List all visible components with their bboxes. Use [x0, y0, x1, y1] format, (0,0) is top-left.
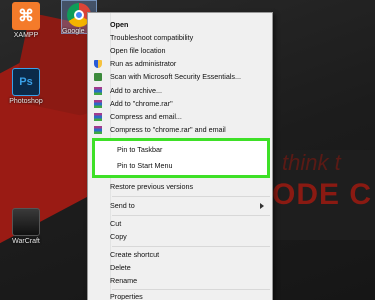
xampp-icon: ⌘ — [12, 2, 40, 30]
menu-item-restore-previous-versions[interactable]: Restore previous versions — [88, 181, 272, 193]
menu-item-delete[interactable]: Delete — [88, 262, 272, 274]
menu-item-open-file-location[interactable]: Open file location — [88, 45, 272, 57]
menu-item-label: Rename — [110, 276, 138, 285]
warcraft-icon — [12, 208, 40, 236]
menu-item-label: Restore previous versions — [110, 182, 194, 191]
menu-item-scan-security-essentials[interactable]: Scan with Microsoft Security Essentials.… — [88, 71, 272, 83]
menu-item-label: Copy — [110, 232, 127, 241]
menu-item-run-as-administrator[interactable]: Run as administrator — [88, 58, 272, 70]
menu-separator — [112, 215, 270, 216]
menu-separator — [112, 246, 270, 247]
menu-item-label: Run as administrator — [110, 59, 177, 68]
winrar-icon — [94, 100, 102, 108]
uac-shield-icon — [94, 60, 102, 68]
winrar-icon — [94, 113, 102, 121]
menu-item-open[interactable]: Open — [88, 19, 272, 31]
menu-item-label: Create shortcut — [110, 250, 160, 259]
menu-item-label: Open file location — [110, 46, 166, 55]
menu-item-label: Compress to "chrome.rar" and email — [110, 125, 226, 134]
desktop-icon-label: XAMPP — [13, 32, 39, 39]
desktop-icon-xampp[interactable]: ⌘ XAMPP — [6, 2, 46, 40]
menu-item-cut[interactable]: Cut — [88, 218, 272, 230]
menu-item-rename[interactable]: Rename — [88, 275, 272, 287]
menu-item-label: Properties — [110, 292, 143, 300]
menu-item-label: Scan with Microsoft Security Essentials.… — [110, 72, 242, 81]
security-essentials-icon — [94, 73, 102, 81]
menu-item-label: Troubleshoot compatibility — [110, 33, 194, 42]
menu-item-copy[interactable]: Copy — [88, 231, 272, 243]
menu-item-properties[interactable]: Properties — [88, 291, 272, 300]
menu-item-label: Open — [110, 20, 129, 29]
desktop-icon-label: Photoshop — [9, 98, 43, 105]
wallpaper-text-line: ODE C — [272, 178, 373, 211]
winrar-icon — [94, 87, 102, 95]
menu-item-label: Add to "chrome.rar" — [110, 99, 173, 108]
highlight-box: Pin to Taskbar Pin to Start Menu — [92, 138, 270, 178]
menu-separator — [112, 196, 270, 197]
menu-item-add-to-archive[interactable]: Add to archive... — [88, 85, 272, 97]
menu-separator — [112, 289, 270, 290]
desktop-icon-photoshop[interactable]: Ps Photoshop — [6, 68, 46, 106]
desktop-icon-label: WarCraft — [12, 238, 40, 245]
menu-item-label: Cut — [110, 219, 122, 228]
menu-item-send-to[interactable]: Send to — [88, 200, 272, 212]
menu-item-label: Compress and email... — [110, 112, 182, 121]
menu-item-troubleshoot-compatibility[interactable]: Troubleshoot compatibility — [88, 32, 272, 44]
menu-item-label: Pin to Start Menu — [117, 161, 173, 170]
menu-item-label: Delete — [110, 263, 131, 272]
menu-item-label: Pin to Taskbar — [117, 145, 163, 154]
photoshop-icon: Ps — [12, 68, 40, 96]
menu-item-pin-to-start-menu[interactable]: Pin to Start Menu — [95, 160, 267, 172]
menu-item-add-to-chrome-rar[interactable]: Add to "chrome.rar" — [88, 98, 272, 110]
menu-item-compress-and-email[interactable]: Compress and email... — [88, 111, 272, 123]
desktop-icon-warcraft[interactable]: WarCraft — [6, 208, 46, 246]
menu-item-label: Send to — [110, 201, 135, 210]
winrar-icon — [94, 126, 102, 134]
menu-item-compress-to-chrome-rar-and-email[interactable]: Compress to "chrome.rar" and email — [88, 124, 272, 136]
menu-item-label: Add to archive... — [110, 86, 162, 95]
menu-item-create-shortcut[interactable]: Create shortcut — [88, 249, 272, 261]
menu-item-pin-to-taskbar[interactable]: Pin to Taskbar — [95, 144, 267, 156]
submenu-arrow-icon — [260, 203, 264, 209]
wallpaper-text-line: think t — [282, 150, 341, 175]
